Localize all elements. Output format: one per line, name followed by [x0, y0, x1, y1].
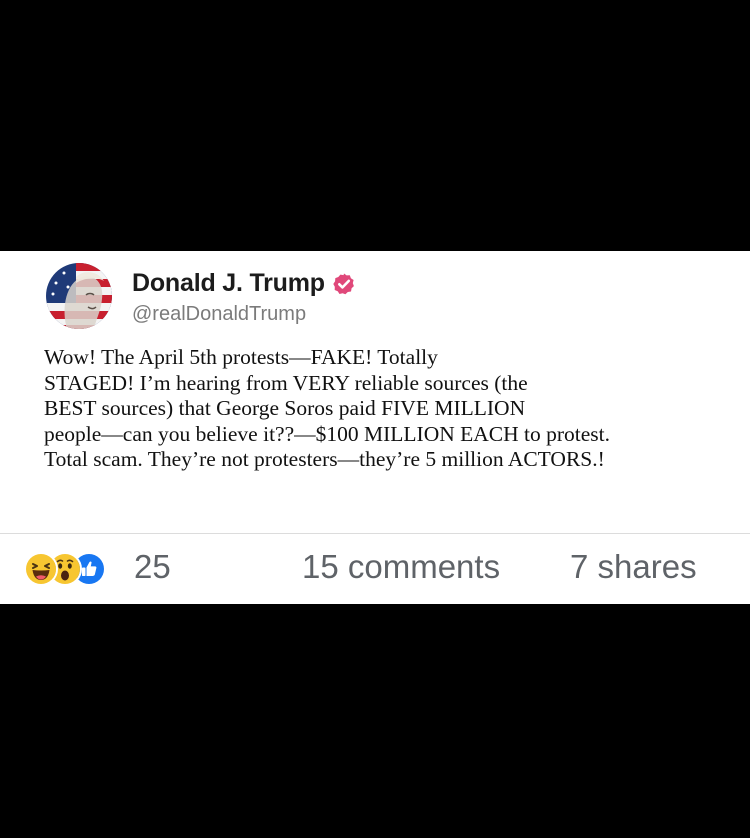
avatar-image: [46, 263, 112, 329]
shares-count[interactable]: 7 shares: [570, 548, 697, 586]
name-row: Donald J. Trump: [132, 267, 356, 301]
comments-count[interactable]: 15 comments: [302, 548, 500, 586]
reaction-icons[interactable]: [24, 552, 134, 586]
reactions-bar: 25 15 comments 7 shares: [0, 534, 750, 604]
haha-reaction-icon: [24, 552, 58, 586]
avatar[interactable]: [46, 263, 112, 329]
post-card: Donald J. Trump @realDonaldTrump Wow! Th…: [0, 251, 750, 604]
tweet-text-line: STAGED! I’m hearing from VERY reliable s…: [44, 370, 528, 395]
screenshot-frame: Donald J. Trump @realDonaldTrump Wow! Th…: [0, 0, 750, 838]
author-handle[interactable]: @realDonaldTrump: [132, 303, 356, 326]
tweet-text-line: BEST sources) that George Soros paid FIV…: [44, 396, 526, 420]
tweet-text: Wow! The April 5th protests—FAKE! Totall…: [44, 345, 734, 473]
tweet-text-line: Wow! The April 5th protests—FAKE! Totall…: [44, 345, 438, 369]
tweet-text-line: people—can you believe it??—$100 MILLION…: [44, 421, 611, 446]
author-name[interactable]: Donald J. Trump: [132, 269, 325, 298]
verified-check-icon: [332, 272, 356, 296]
reaction-count[interactable]: 25: [134, 548, 171, 586]
author-block: Donald J. Trump @realDonaldTrump: [132, 267, 356, 326]
tweet-header: Donald J. Trump @realDonaldTrump: [46, 263, 356, 329]
tweet-text-line: Total scam. They’re not protesters—they’…: [44, 447, 605, 471]
